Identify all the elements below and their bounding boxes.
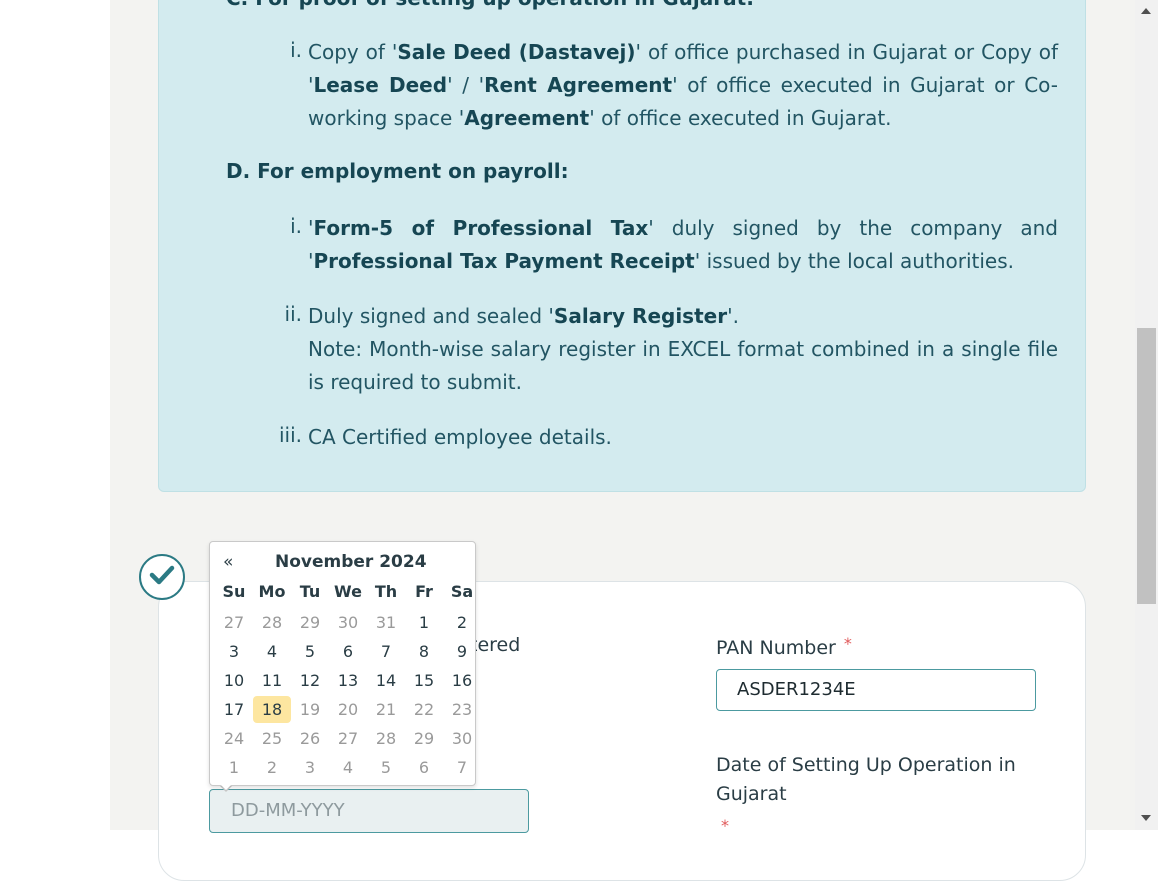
calendar-day[interactable]: 6 (329, 637, 367, 666)
calendar-day[interactable]: 5 (367, 753, 405, 782)
weekday-header: Su (222, 582, 246, 601)
calendar-day[interactable]: 8 (405, 637, 443, 666)
weekday-header: Sa (450, 582, 474, 601)
calendar-day-today[interactable]: 18 (253, 696, 291, 723)
calendar-day[interactable]: 12 (291, 666, 329, 695)
d-item-1-text: 'Form-5 of Professional Tax' duly signed… (308, 216, 1058, 273)
scroll-up-arrow-icon[interactable] (1141, 8, 1151, 14)
calendar-day[interactable]: 28 (253, 608, 291, 637)
calendar-day[interactable]: 28 (367, 724, 405, 753)
calendar-day[interactable]: 9 (443, 637, 481, 666)
calendar-day[interactable]: 4 (253, 637, 291, 666)
checkmark-icon (149, 564, 175, 590)
calendar-day[interactable]: 29 (291, 608, 329, 637)
date-required-marker: * (721, 816, 729, 835)
calendar-day[interactable]: 13 (329, 666, 367, 695)
calendar-day[interactable]: 19 (291, 695, 329, 724)
pan-number-label: PAN Number * (716, 634, 852, 659)
calendar-day[interactable]: 24 (215, 724, 253, 753)
calendar-day[interactable]: 26 (291, 724, 329, 753)
calendar-day[interactable]: 6 (405, 753, 443, 782)
calendar-day[interactable]: 7 (367, 637, 405, 666)
step-complete-indicator (139, 554, 185, 600)
calendar-day[interactable]: 2 (443, 608, 481, 637)
calendar-day[interactable]: 3 (291, 753, 329, 782)
calendar-day[interactable]: 31 (367, 608, 405, 637)
calendar-day[interactable]: 16 (443, 666, 481, 695)
calendar-pointer-inner (220, 784, 232, 790)
date-of-setup-label-line1: Date of Setting Up Operation in (716, 754, 1016, 776)
calendar-day[interactable]: 1 (215, 753, 253, 782)
calendar-day[interactable]: 2 (253, 753, 291, 782)
weekday-header: We (334, 582, 362, 601)
scroll-down-arrow-icon[interactable] (1141, 815, 1151, 821)
section-c-heading: C. For proof of setting up operation in … (226, 0, 754, 10)
calendar-grid: Su Mo Tu We Th Fr Sa 27 28 29 30 31 1 2 3 4 5 6 7 8 9 10 11 12 1… (215, 579, 481, 782)
calendar-day[interactable]: 30 (443, 724, 481, 753)
calendar-day[interactable]: 11 (253, 666, 291, 695)
scrollbar-thumb[interactable] (1137, 328, 1156, 604)
date-picker-input[interactable]: DD-MM-YYYY (209, 789, 529, 833)
calendar-day[interactable]: 1 (405, 608, 443, 637)
calendar-day[interactable]: 25 (253, 724, 291, 753)
calendar-day[interactable]: 30 (329, 608, 367, 637)
calendar-day[interactable]: 17 (215, 695, 253, 724)
pan-number-input[interactable]: ASDER1234E (716, 669, 1036, 711)
d-item-3-number: iii. (278, 423, 302, 447)
calendar-day[interactable]: 15 (405, 666, 443, 695)
weekday-header: Fr (415, 582, 433, 601)
calendar-day[interactable]: 20 (329, 695, 367, 724)
calendar-day[interactable]: 10 (215, 666, 253, 695)
d-item-3-text: CA Certified employee details. (308, 425, 612, 449)
calendar-day[interactable]: 14 (367, 666, 405, 695)
d-item-1-number: i. (290, 214, 302, 238)
calendar-day[interactable]: 27 (329, 724, 367, 753)
d-item-2-number: ii. (284, 302, 302, 326)
d-item-2-text: Duly signed and sealed 'Salary Register'… (308, 304, 739, 328)
weekday-header: Th (374, 582, 398, 601)
d-item-2-note: Note: Month-wise salary register in EXCE… (308, 337, 1058, 394)
calendar-day[interactable]: 29 (405, 724, 443, 753)
section-d-heading: D. For employment on payroll: (226, 159, 569, 183)
calendar-day[interactable]: 27 (215, 608, 253, 637)
date-picker-calendar: « November 2024 Su Mo Tu We Th Fr Sa 27 28 29 30 31… (209, 541, 476, 786)
previous-month-button[interactable]: « (223, 552, 233, 572)
c-item-1-text: Copy of 'Sale Deed (Dastavej)' of office… (308, 40, 1058, 130)
weekday-header: Mo (258, 582, 286, 601)
calendar-day[interactable]: 5 (291, 637, 329, 666)
calendar-day[interactable]: 21 (367, 695, 405, 724)
calendar-day[interactable]: 3 (215, 637, 253, 666)
calendar-day[interactable]: 7 (443, 753, 481, 782)
calendar-month-title[interactable]: November 2024 (275, 552, 427, 572)
calendar-day[interactable]: 22 (405, 695, 443, 724)
weekday-header: Tu (299, 582, 321, 601)
date-of-setup-label-line2: Gujarat (716, 783, 787, 805)
c-item-1-number: i. (290, 38, 302, 62)
calendar-day[interactable]: 23 (443, 695, 481, 724)
required-marker: * (843, 634, 852, 653)
calendar-day[interactable]: 4 (329, 753, 367, 782)
